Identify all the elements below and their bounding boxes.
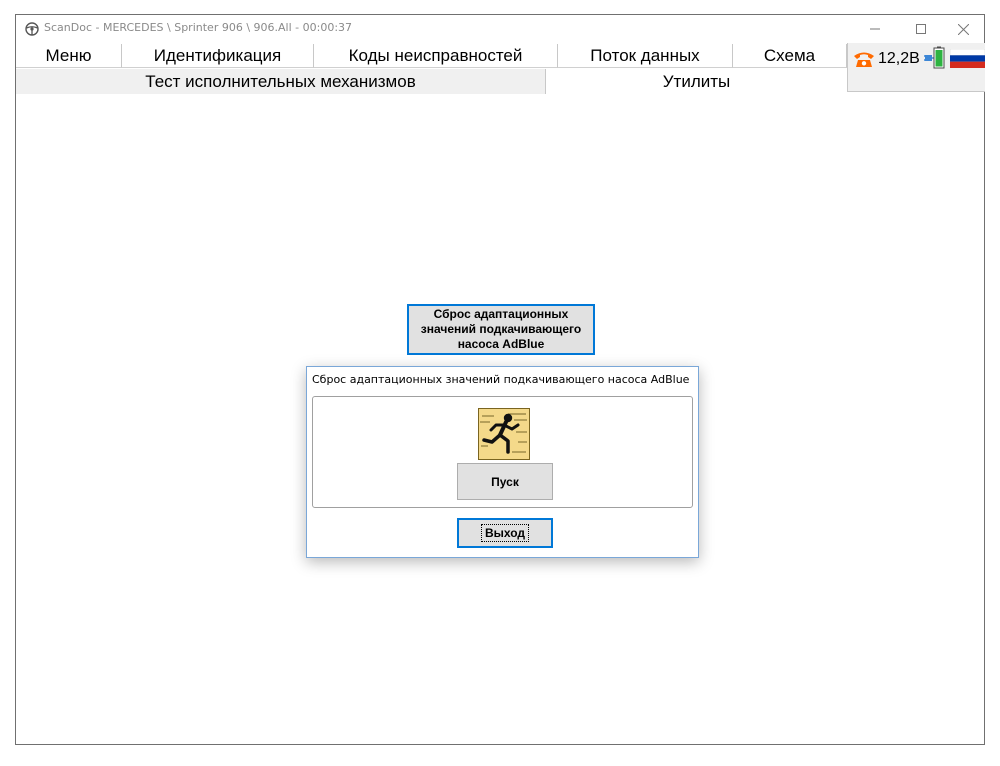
tab-fault-codes[interactable]: Коды неисправностей xyxy=(314,44,558,68)
phone-icon xyxy=(854,52,874,67)
plug-battery-icon xyxy=(924,46,945,69)
minimize-icon xyxy=(870,28,880,30)
minimize-button[interactable] xyxy=(852,15,898,43)
close-button[interactable] xyxy=(940,15,986,43)
window-title: ScanDoc - MERCEDES \ Sprinter 906 \ 906.… xyxy=(44,21,353,34)
steering-wheel-icon xyxy=(25,22,39,36)
tab-schema[interactable]: Схема xyxy=(733,44,847,68)
voltage-reading: 12,2В xyxy=(878,50,920,67)
maximize-button[interactable] xyxy=(898,15,944,43)
dialog-group-box: Пуск xyxy=(312,396,693,508)
maximize-icon xyxy=(916,24,926,34)
tab-data-stream[interactable]: Поток данных xyxy=(558,44,733,68)
close-icon xyxy=(957,23,969,35)
title-bar[interactable]: ScanDoc - MERCEDES \ Sprinter 906 \ 906.… xyxy=(16,15,984,43)
start-button[interactable]: Пуск xyxy=(457,463,553,500)
tab-identification[interactable]: Идентификация xyxy=(122,44,314,68)
reset-dialog: Сброс адаптационных значений подкачивающ… xyxy=(306,366,699,558)
tab-actuator-test[interactable]: Тест исполнительных механизмов xyxy=(16,69,545,94)
russian-flag-icon xyxy=(950,49,985,68)
app-window: ScanDoc - MERCEDES \ Sprinter 906 \ 906.… xyxy=(15,14,985,745)
status-panel: 12,2В xyxy=(847,43,985,92)
running-man-icon xyxy=(478,408,530,460)
reset-adblue-pump-button[interactable]: Сброс адаптационных значений подкачивающ… xyxy=(407,304,595,355)
tab-utilities[interactable]: Утилиты xyxy=(545,69,847,94)
tab-menu[interactable]: Меню xyxy=(16,44,122,68)
dialog-title: Сброс адаптационных значений подкачивающ… xyxy=(312,373,690,386)
exit-button-label: Выход xyxy=(480,524,530,542)
exit-button[interactable]: Выход xyxy=(457,518,553,548)
